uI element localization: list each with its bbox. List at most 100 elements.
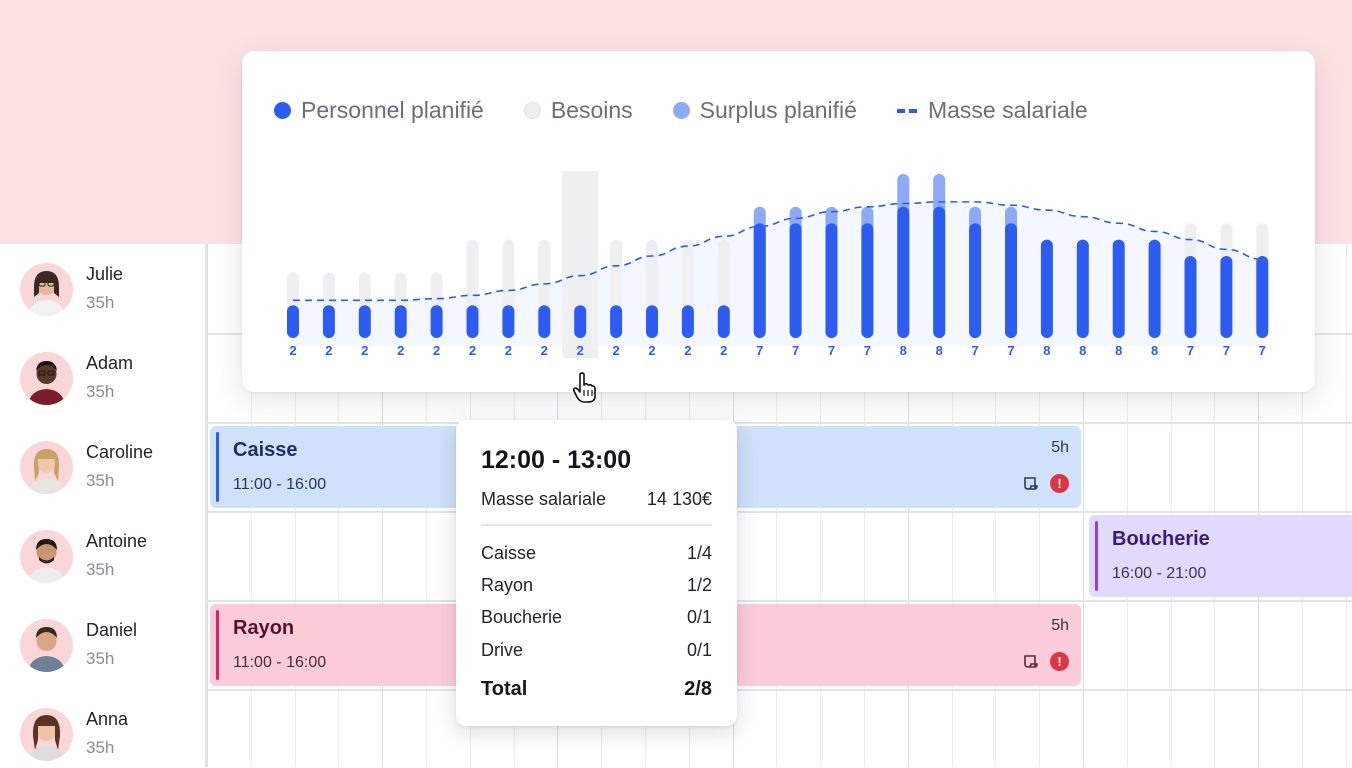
- planned-bar[interactable]: [1184, 256, 1197, 338]
- bar-value-label: 2: [505, 343, 512, 358]
- legend-planned[interactable]: Personnel planifié: [274, 97, 484, 124]
- planned-bar[interactable]: [825, 223, 838, 338]
- legend-label: Surplus planifié: [699, 97, 857, 123]
- planned-bar[interactable]: [1005, 223, 1017, 338]
- avatar: [20, 441, 73, 494]
- tooltip-row: Boucherie 0/1: [481, 607, 712, 628]
- legend-dash: [896, 108, 919, 113]
- bar-value-label: 2: [289, 343, 296, 358]
- employee-hours: 35h: [86, 293, 115, 312]
- tooltip-row-label: Drive: [481, 640, 524, 660]
- shift-boucherie[interactable]: Boucherie 16:00 - 21:00: [1089, 515, 1352, 597]
- planned-bar[interactable]: [574, 305, 587, 338]
- planned-bar[interactable]: [502, 305, 515, 338]
- bar-value-label: 2: [720, 343, 727, 358]
- employee-name: Julie: [86, 264, 124, 284]
- shift-title: Caisse: [233, 439, 298, 461]
- planned-bar[interactable]: [358, 305, 371, 338]
- legend-surplus[interactable]: Surplus planifié: [672, 97, 857, 124]
- employee-caroline[interactable]: Caroline 35h: [20, 441, 200, 501]
- employee-name: Antoine: [86, 531, 148, 551]
- planned-bar[interactable]: [322, 305, 335, 338]
- planned-bar[interactable]: [610, 305, 623, 338]
- planned-bar[interactable]: [1256, 256, 1269, 338]
- bar-value-label: 2: [648, 343, 655, 358]
- shift-title: Rayon: [233, 617, 295, 639]
- bar-value-label: 8: [900, 343, 907, 358]
- employee-hours: 35h: [86, 560, 115, 579]
- bar-value-label: 2: [684, 343, 691, 358]
- bar-value-label: 8: [1079, 343, 1086, 358]
- bar-value-label: 8: [1115, 343, 1122, 358]
- bar-value-label: 2: [469, 343, 476, 358]
- employee-name: Caroline: [86, 442, 154, 462]
- bar-value-label: 2: [325, 343, 332, 358]
- tooltip-row-value: 0/1: [686, 640, 712, 660]
- planned-bar[interactable]: [394, 305, 407, 338]
- planned-bar[interactable]: [646, 305, 658, 338]
- bar-value-label: 2: [577, 343, 584, 358]
- grid-row-line: [207, 422, 1352, 424]
- planned-bar[interactable]: [1220, 256, 1233, 338]
- shift-title: Boucherie: [1112, 528, 1210, 550]
- legend-label: Masse salariale: [927, 97, 1088, 123]
- bar-value-label: 8: [936, 343, 943, 358]
- legend-payroll[interactable]: Masse salariale: [896, 97, 1088, 124]
- planned-bar[interactable]: [1112, 239, 1125, 338]
- legend-needs[interactable]: Besoins: [523, 97, 633, 124]
- planned-bar[interactable]: [933, 206, 946, 338]
- avatar: [20, 352, 73, 405]
- alert-icon[interactable]: !: [1050, 474, 1069, 493]
- planned-bar[interactable]: [789, 223, 802, 338]
- shift-duration: 5h: [1051, 617, 1069, 634]
- receipt-icon[interactable]: [1022, 653, 1040, 671]
- shift-icons: !: [1022, 474, 1069, 493]
- tooltip-row: Rayon 1/2: [481, 575, 712, 596]
- planned-bar[interactable]: [287, 305, 299, 338]
- employee-name: Adam: [86, 353, 134, 373]
- grid-row-line: [207, 689, 1352, 691]
- employee-anna[interactable]: Anna 35h: [20, 708, 200, 768]
- employee-julie[interactable]: Julie 35h: [20, 263, 200, 323]
- planned-bar[interactable]: [1076, 239, 1089, 338]
- staffing-chart-card: 2 2 2 2 2 2 2 2 2 2 2 2 2 7 7 7 7 8 8 7 7 8 8 8 8 7 7 7 Personnel p…: [242, 51, 1315, 392]
- planned-bar[interactable]: [897, 206, 910, 338]
- bar-value-label: 7: [864, 343, 871, 358]
- avatar: [20, 263, 73, 316]
- avatar: [20, 530, 73, 583]
- tooltip-payroll-row: Masse salariale 14 130€: [481, 489, 712, 510]
- shift-color-bar: [1095, 521, 1098, 591]
- tooltip-row-value: 0/1: [686, 607, 712, 627]
- bar-value-label: 8: [1151, 343, 1158, 358]
- tooltip-total-label: Total: [481, 678, 528, 700]
- tooltip-row-label: Boucherie: [481, 607, 563, 627]
- planned-bar[interactable]: [681, 305, 694, 338]
- alert-icon[interactable]: !: [1050, 652, 1069, 671]
- planned-bar[interactable]: [753, 223, 766, 338]
- planned-bar[interactable]: [1148, 239, 1161, 338]
- grid-row-line: [207, 600, 1352, 602]
- legend-dot: [274, 102, 291, 119]
- shift-duration: 5h: [1051, 439, 1069, 456]
- planned-bar[interactable]: [538, 305, 551, 338]
- employee-adam[interactable]: Adam 35h: [20, 352, 200, 412]
- chart-legend: Personnel planifié Besoins Surplus plani…: [274, 97, 1128, 124]
- planned-bar[interactable]: [430, 305, 443, 338]
- bar-value-label: 7: [1223, 343, 1230, 358]
- tooltip-row-label: Rayon: [481, 575, 534, 595]
- bar-value-label: 7: [792, 343, 799, 358]
- planned-bar[interactable]: [1040, 239, 1053, 338]
- employee-antoine[interactable]: Antoine 35h: [20, 530, 200, 590]
- planned-bar[interactable]: [717, 305, 730, 338]
- bar-value-label: 7: [1259, 343, 1266, 358]
- planned-bar[interactable]: [969, 223, 982, 338]
- bar-value-label: 2: [397, 343, 404, 358]
- receipt-icon[interactable]: [1022, 475, 1040, 493]
- bar-value-label: 7: [828, 343, 835, 358]
- planned-bar[interactable]: [466, 305, 479, 338]
- hour-tooltip: 12:00 - 13:00 Masse salariale 14 130€ Ca…: [456, 420, 737, 726]
- tooltip-total-row: Total 2/8: [481, 678, 712, 701]
- employee-daniel[interactable]: Daniel 35h: [20, 619, 200, 679]
- planned-bar[interactable]: [861, 223, 874, 338]
- grid-row-line: [207, 511, 1352, 513]
